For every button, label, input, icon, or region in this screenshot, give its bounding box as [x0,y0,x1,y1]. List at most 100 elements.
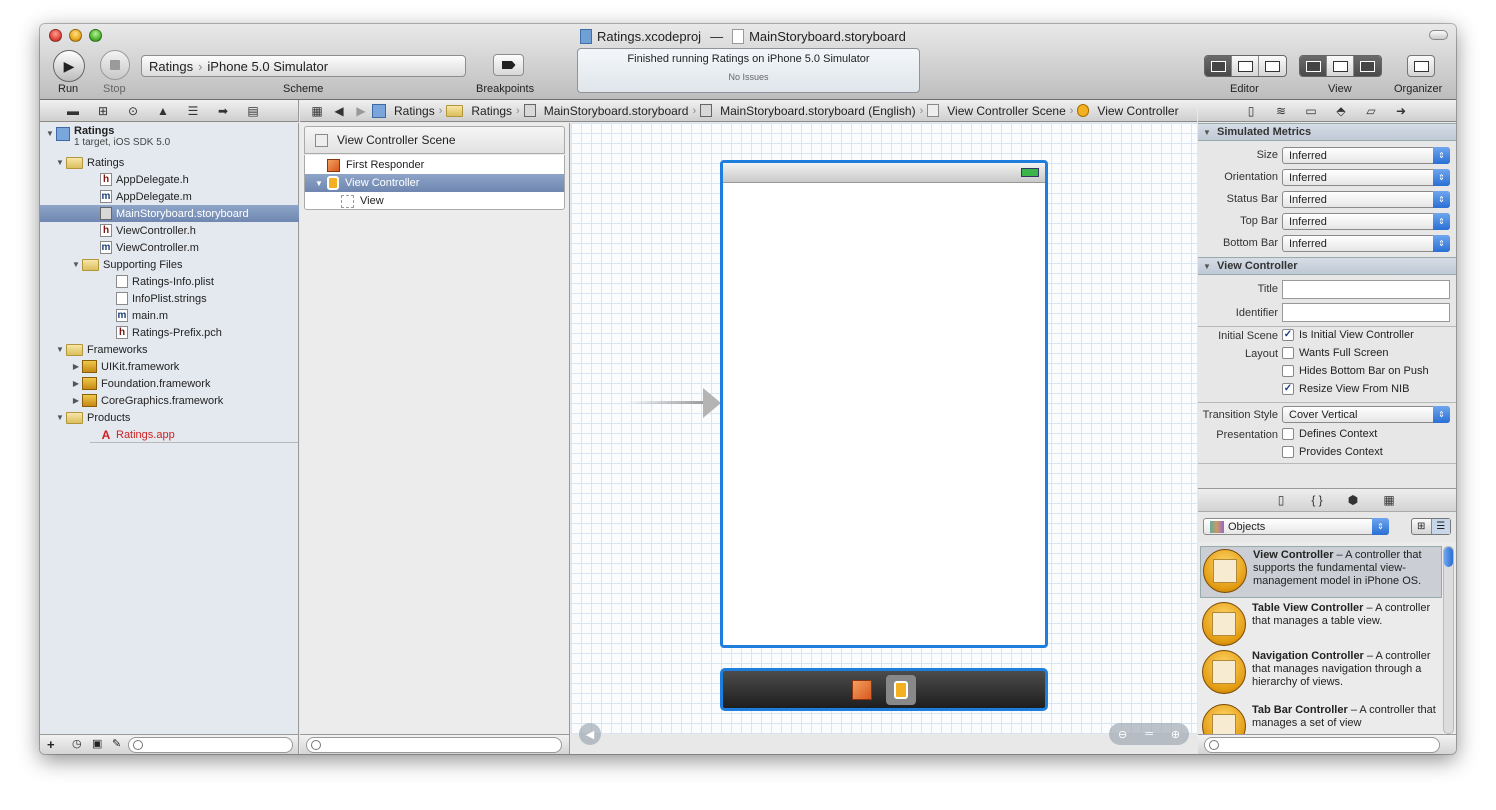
toggle-utilities-button[interactable] [1354,56,1381,76]
log-navigator-icon[interactable]: ▤ [238,101,268,121]
project-row[interactable]: ▼ Ratings 1 target, iOS SDK 5.0 [40,124,299,152]
attributes-inspector-icon[interactable]: ⬘ [1326,101,1356,121]
organizer-button[interactable] [1407,55,1435,77]
code-snippets-icon[interactable]: { } [1302,490,1332,510]
standard-editor-button[interactable] [1205,56,1232,76]
transition-style-popup[interactable]: Cover Vertical ⇕ [1282,406,1450,423]
unsaved-filter-icon[interactable]: ✎ [112,737,121,750]
provides-context-checkbox[interactable]: Provides Context [1282,446,1383,458]
version-editor-button[interactable] [1259,56,1286,76]
file-inspector-icon[interactable]: ▯ [1236,101,1266,121]
quick-help-icon[interactable]: ≋ [1266,101,1296,121]
metric-popup-size[interactable]: Inferred ⇕ [1282,147,1450,164]
toggle-debug-area-button[interactable] [1327,56,1354,76]
library-item-navigation-controller[interactable]: Navigation Controller – A controller tha… [1200,648,1442,700]
library-item-view-controller[interactable]: View Controller – A controller that supp… [1200,546,1442,598]
breakpoint-navigator-icon[interactable]: ➡ [208,101,238,121]
minimize-window-button[interactable] [69,29,82,42]
close-window-button[interactable] [49,29,62,42]
size-inspector-icon[interactable]: ▱ [1356,101,1386,121]
related-items-icon[interactable]: ▦ [306,101,328,121]
view-controller-scene[interactable] [720,160,1048,648]
list-view-icon[interactable]: ☰ [1431,519,1450,534]
disclosure-open-icon[interactable]: ▼ [54,345,66,354]
metric-popup-orientation[interactable]: Inferred ⇕ [1282,169,1450,186]
metric-popup-bottom-bar[interactable]: Inferred ⇕ [1282,235,1450,252]
scm-filter-icon[interactable]: ▣ [92,737,102,750]
metric-popup-status-bar[interactable]: Inferred ⇕ [1282,191,1450,208]
scheme-popup[interactable]: Ratings › iPhone 5.0 Simulator [141,55,466,77]
stop-button[interactable] [100,50,130,80]
outline-filter-field[interactable] [306,737,562,753]
disclosure-closed-icon[interactable]: ▶ [70,362,82,371]
object-library-icon[interactable]: ⬢ [1338,490,1368,510]
navigator-item-frameworks[interactable]: ▼ Frameworks [40,341,299,358]
disclosure-closed-icon[interactable]: ▶ [70,379,82,388]
navigator-item-ratings-app[interactable]: A Ratings.app [40,426,299,443]
jumpbar-crumb-file[interactable]: MainStoryboard.storyboard [523,104,688,118]
back-arrow-icon[interactable]: ◀ [328,101,350,121]
disclosure-open-icon[interactable]: ▼ [70,260,82,269]
library-item-table-view-controller[interactable]: Table View Controller – A controller tha… [1200,600,1442,652]
simulated-metrics-header[interactable]: ▼ Simulated Metrics [1198,123,1456,141]
identity-inspector-icon[interactable]: ▭ [1296,101,1326,121]
metric-popup-top-bar[interactable]: Inferred ⇕ [1282,213,1450,230]
recent-files-icon[interactable]: ◷ [72,737,82,750]
navigator-item-viewcontroller-h[interactable]: h ViewController.h [40,222,299,239]
issue-navigator-icon[interactable]: ▲ [148,101,178,121]
navigator-item-viewcontroller-m[interactable]: m ViewController.m [40,239,299,256]
toolbar-toggle-button[interactable] [1429,30,1448,40]
view-controller-dock-icon[interactable] [886,674,916,705]
first-responder-dock-icon[interactable] [852,679,872,700]
navigator-item-appdelegate-m[interactable]: m AppDelegate.m [40,188,299,205]
resize-view-checkbox[interactable]: ✓ Resize View From NIB [1282,383,1409,395]
disclosure-open-icon[interactable]: ▼ [54,158,66,167]
view-controller-header[interactable]: ▼ View Controller [1198,257,1456,275]
library-item-tab-bar-controller[interactable]: Tab Bar Controller – A controller that m… [1200,702,1442,734]
navigator-filter-field[interactable] [128,737,293,753]
disclosure-open-icon[interactable]: ▼ [54,413,66,422]
is-initial-checkbox[interactable]: ✓ Is Initial View Controller [1282,329,1414,341]
media-library-icon[interactable]: ▦ [1374,490,1404,510]
forward-arrow-icon[interactable]: ▶ [350,101,372,121]
navigator-item-supporting-files[interactable]: ▼ Supporting Files [40,256,299,273]
navigator-item-foundation-framework[interactable]: ▶ Foundation.framework [40,375,299,392]
jumpbar-crumb-controller[interactable]: View Controller [1077,104,1179,118]
scene-header[interactable]: View Controller Scene [304,126,565,154]
storyboard-canvas[interactable]: ◀ ⊖ ═ ⊕ [571,123,1197,745]
scrollbar-thumb[interactable] [1444,547,1453,567]
breakpoints-button[interactable] [493,54,524,76]
icon-view-icon[interactable]: ⊞ [1412,519,1432,534]
navigator-item-uikit-framework[interactable]: ▶ UIKit.framework [40,358,299,375]
debug-navigator-icon[interactable]: ☰ [178,101,208,121]
title-field[interactable] [1282,280,1450,299]
symbol-navigator-icon[interactable]: ⊞ [88,101,118,121]
navigator-item-main-m[interactable]: m main.m [40,307,299,324]
jumpbar-crumb-localization[interactable]: MainStoryboard.storyboard (English) [700,104,916,118]
wants-full-screen-checkbox[interactable]: Wants Full Screen [1282,347,1388,359]
jumpbar-crumb-scene[interactable]: View Controller Scene [927,104,1066,118]
file-templates-icon[interactable]: ▯ [1266,490,1296,510]
navigator-item-ratings-prefix-pch[interactable]: h Ratings-Prefix.pch [40,324,299,341]
navigator-item-appdelegate-h[interactable]: h AppDelegate.h [40,171,299,188]
identifier-field[interactable] [1282,303,1450,322]
search-navigator-icon[interactable]: ⊙ [118,101,148,121]
defines-context-checkbox[interactable]: Defines Context [1282,428,1377,440]
outline-view-controller[interactable]: ▼ View Controller [305,174,564,192]
run-button[interactable]: ▶ [53,50,85,82]
jumpbar-crumb-project[interactable]: Ratings [372,103,435,118]
project-navigator-icon[interactable]: ▬ [58,101,88,121]
navigator-item-products[interactable]: ▼ Products [40,409,299,426]
toggle-navigator-button[interactable] [1300,56,1327,76]
library-scrollbar[interactable] [1443,546,1454,734]
outline-first-responder[interactable]: First Responder [305,156,564,174]
zoom-window-button[interactable] [89,29,102,42]
navigator-item-infoplist-strings[interactable]: InfoPlist.strings [40,290,299,307]
outline-view[interactable]: View [305,192,564,210]
jumpbar-crumb-group[interactable]: Ratings [446,104,512,118]
library-filter-field[interactable] [1204,737,1440,753]
hides-bottom-bar-checkbox[interactable]: Hides Bottom Bar on Push [1282,365,1429,377]
navigator-item-mainstoryboard-storyboard[interactable]: MainStoryboard.storyboard [40,205,299,222]
navigator-item-coregraphics-framework[interactable]: ▶ CoreGraphics.framework [40,392,299,409]
library-objects-popup[interactable]: Objects ⇕ [1203,518,1389,535]
